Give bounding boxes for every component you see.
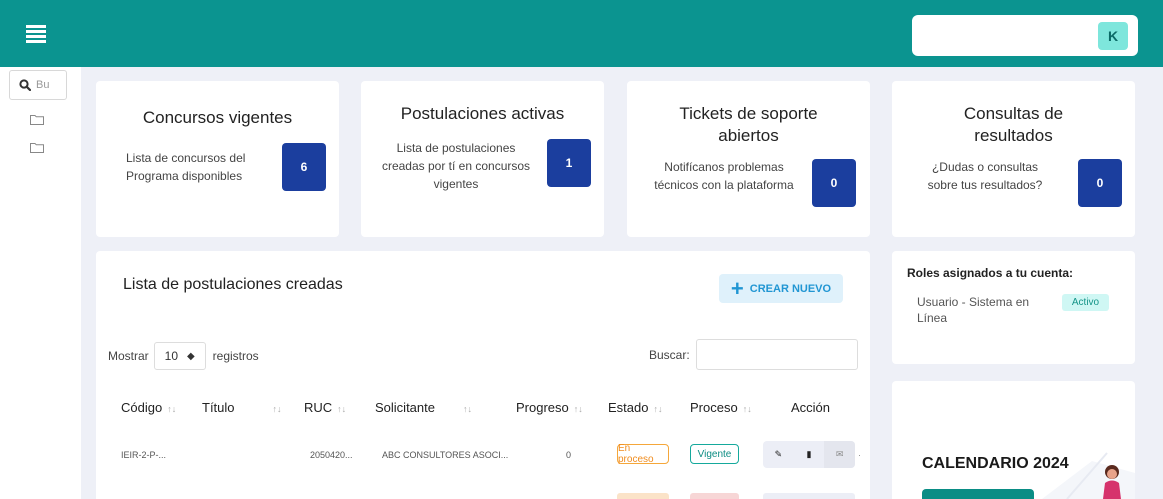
process-badge [690, 493, 739, 499]
sidebar-search-placeholder: Bu [36, 79, 50, 91]
stat-description: Lista de postulaciones creadas por tí en… [381, 141, 531, 191]
cell-solicitante: ABC CONSULTORES ASOCI... [382, 450, 509, 460]
column-header-estado[interactable]: Estado ↑↓ [608, 400, 662, 415]
column-label: Estado [608, 400, 649, 415]
column-label: RUC [304, 400, 333, 415]
search-icon [19, 79, 31, 91]
sort-icon: ↑↓ [653, 404, 663, 414]
edit-icon[interactable]: ✎ [763, 441, 794, 468]
plus-icon: + [730, 275, 744, 301]
calendar-title: CALENDARIO 2024 [922, 455, 1069, 472]
stat-card-consultas[interactable]: Consultas de resultados ¿Dudas o consult… [892, 81, 1135, 237]
document-icon[interactable]: ▮ [794, 441, 825, 468]
sort-icon: ↑↓ [462, 404, 472, 414]
column-header-titulo[interactable]: Título ↑↓ [202, 400, 282, 415]
top-bar: K [0, 0, 1163, 67]
column-header-proceso[interactable]: Proceso ↑↓ [690, 400, 752, 415]
page-size-select[interactable]: 10 ◆ [153, 342, 206, 370]
show-label: Mostrar [108, 349, 149, 363]
stat-count-badge: 0 [812, 159, 856, 207]
sort-icon: ↑↓ [272, 404, 282, 414]
stat-title: Postulaciones activas [400, 104, 565, 123]
stat-card-postulaciones[interactable]: Postulaciones activas Lista de postulaci… [361, 81, 604, 237]
column-header-progreso[interactable]: Progreso ↑↓ [516, 400, 583, 415]
stat-description: Lista de concursos del Programa disponib… [126, 151, 246, 183]
stat-description: Notifícanos problemas técnicos con la pl… [654, 160, 794, 192]
stat-title: Concursos vigentes [142, 108, 293, 127]
records-label: registros [212, 349, 259, 363]
column-header-ruc[interactable]: RUC ↑↓ [304, 400, 346, 415]
create-new-label: CREAR NUEVO [749, 282, 832, 295]
process-badge: Vigente [690, 444, 739, 464]
role-name: Usuario - Sistema en Línea [917, 295, 1030, 325]
stat-card-tickets[interactable]: Tickets de soporte abiertos Notifícanos … [627, 81, 870, 237]
stat-description: ¿Dudas o consultas sobre tus resultados? [927, 160, 1043, 192]
cell-codigo: IEIR-2-P-... [121, 450, 167, 460]
panel-title: Lista de postulaciones creadas [123, 276, 343, 293]
search-label: Buscar: [649, 348, 690, 362]
sidebar: Bu [0, 67, 81, 499]
roles-panel: Roles asignados a tu cuenta: Usuario - S… [892, 251, 1135, 364]
column-header-accion: Acción [791, 400, 830, 415]
applications-panel: Lista de postulaciones creadas + CREAR N… [96, 251, 870, 499]
create-new-button[interactable]: + CREAR NUEVO [719, 274, 843, 303]
row-actions [763, 493, 855, 499]
table-search-input[interactable] [696, 339, 858, 370]
hamburger-menu-icon[interactable] [26, 25, 46, 43]
sort-icon: ↑↓ [167, 404, 177, 414]
column-label: Progreso [516, 400, 569, 415]
stat-count-badge: 6 [282, 143, 326, 191]
column-header-solicitante[interactable]: Solicitante ↑↓ [375, 400, 472, 415]
column-label: Solicitante [375, 400, 435, 415]
role-status-badge: Activo [1062, 294, 1109, 311]
stat-count-badge: 1 [547, 139, 591, 187]
column-label: Código [121, 400, 163, 415]
sort-icon: ↑↓ [337, 404, 347, 414]
folder-icon[interactable] [30, 114, 44, 125]
column-label: Acción [791, 400, 831, 415]
status-badge: En proceso [617, 443, 669, 465]
stat-title: Tickets de soporte abiertos [679, 104, 818, 145]
user-menu[interactable]: K [912, 15, 1138, 56]
person-illustration [1103, 465, 1121, 499]
status-badge [617, 493, 669, 499]
folder-icon[interactable] [30, 142, 44, 153]
more-indicator: · [858, 450, 861, 460]
cell-progreso: 0 [566, 450, 572, 460]
stat-count-badge: 0 [1078, 159, 1122, 207]
calendar-panel: CALENDARIO 2024 [892, 381, 1135, 499]
roles-title: Roles asignados a tu cuenta: [907, 266, 1074, 280]
cell-ruc: 2050420... [310, 450, 353, 460]
mail-icon[interactable]: ✉ [824, 441, 856, 468]
sort-icon: ↑↓ [573, 404, 583, 414]
stat-title: Consultas de resultados [963, 104, 1064, 145]
page-size-control: Mostrar 10 ◆ registros [108, 342, 259, 370]
sort-icon: ↑↓ [742, 404, 752, 414]
column-label: Proceso [690, 400, 738, 415]
column-header-codigo[interactable]: Código ↑↓ [121, 400, 176, 415]
calendar-button[interactable] [922, 489, 1034, 499]
page-size-value: 10 [164, 349, 179, 363]
column-label: Título [202, 400, 235, 415]
avatar[interactable]: K [1098, 22, 1128, 50]
row-actions: ✎ ▮ ✉ [763, 441, 856, 468]
sidebar-search-input[interactable]: Bu [9, 70, 67, 100]
sort-select-icon: ◆ [187, 350, 195, 362]
stat-card-concursos[interactable]: Concursos vigentes Lista de concursos de… [96, 81, 339, 237]
